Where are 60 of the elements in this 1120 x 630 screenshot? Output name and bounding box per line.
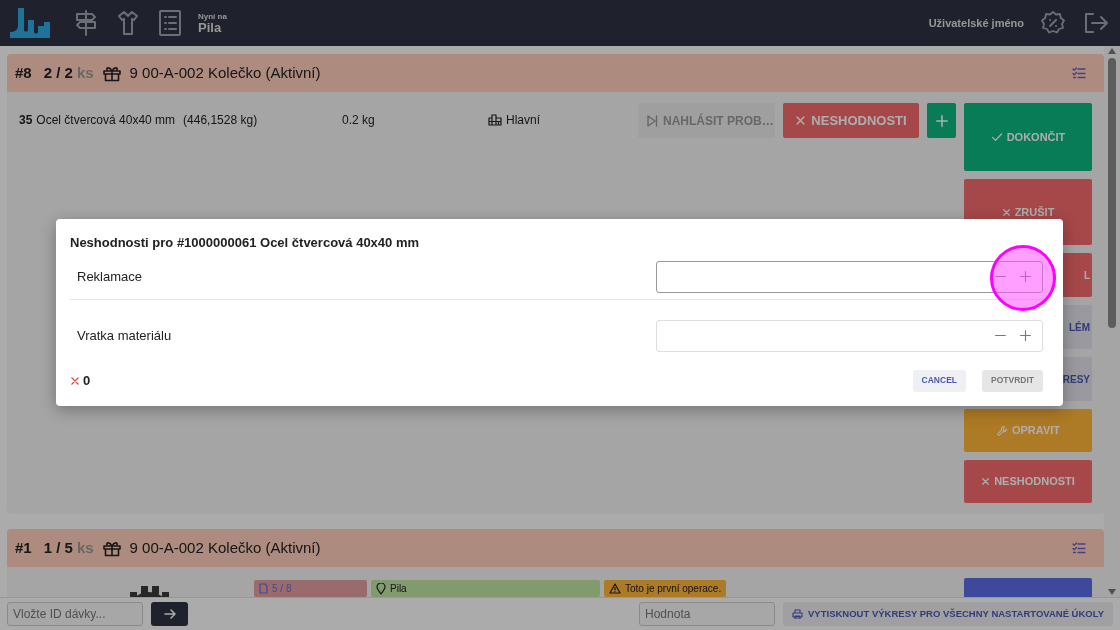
tag-text: Toto je první operace. — [625, 582, 722, 596]
add-button[interactable] — [927, 103, 956, 138]
print-button[interactable]: VYTISKNOUT VÝKRESY PRO VŠECHNY NASTARTOVANÉ ÚKOLY — [783, 602, 1113, 626]
nonconformity-button[interactable]: NESHODNOSTI — [783, 103, 919, 138]
go-button[interactable] — [151, 602, 188, 626]
percent-badge-icon[interactable] — [1040, 10, 1066, 36]
material-weight: 0.2 kg — [342, 112, 376, 129]
pin-icon — [376, 582, 386, 595]
list-icon[interactable] — [156, 9, 184, 37]
file-icon — [259, 583, 268, 594]
scrollbar[interactable] — [1104, 46, 1120, 597]
wrench-icon — [995, 424, 1008, 437]
location-name: Pila — [198, 20, 223, 34]
warehouse-icon — [488, 114, 502, 126]
storage-name: Hlavní — [506, 112, 540, 129]
number-field[interactable] — [656, 260, 1043, 293]
check-icon — [990, 131, 1003, 143]
error-count: 0 — [83, 371, 91, 390]
material-stock: (446,1528 kg) — [183, 112, 258, 129]
printer-icon — [792, 609, 804, 619]
checklist-icon[interactable] — [1072, 542, 1086, 554]
plus-icon[interactable] — [1019, 329, 1032, 342]
close-icon — [981, 477, 991, 486]
plus-icon[interactable] — [1019, 270, 1032, 283]
task-number: #1 — [15, 537, 32, 558]
value-field[interactable]: Hodnota — [639, 602, 776, 626]
scrollbar-thumb[interactable] — [1108, 58, 1116, 328]
gift-box-icon — [101, 539, 122, 557]
skip-icon — [646, 113, 658, 128]
tag-text: 5 / 8 — [272, 582, 292, 596]
piece-count: 2 / 2 — [43, 62, 73, 83]
logout-icon[interactable] — [1082, 11, 1110, 35]
close-icon — [1001, 207, 1011, 217]
unit-label: ks — [76, 62, 94, 83]
warning-icon — [609, 583, 621, 594]
user-name[interactable]: Uživatelské jméno — [928, 14, 1024, 32]
batch-id-field[interactable]: Vložte ID dávky... — [7, 602, 143, 626]
cancel-button[interactable]: CANCEL — [912, 369, 966, 392]
scroll-down-icon[interactable] — [1108, 589, 1116, 595]
material-quantity: 35 — [19, 112, 33, 129]
location-label: Nyní na — [198, 12, 227, 21]
action-button[interactable]: OPRAVIT — [964, 409, 1092, 452]
scroll-up-icon[interactable] — [1108, 48, 1116, 54]
material-name: Ocel čtvercová 40x40 mm — [36, 112, 176, 129]
dialog-title: Neshodnosti pro #1000000061 Ocel čtvercová 40x40 mm — [70, 234, 421, 252]
field-label: Vratka materiálu — [77, 326, 172, 345]
field-label: Reklamace — [77, 267, 143, 286]
checklist-icon[interactable] — [1072, 67, 1086, 79]
arrow-right-icon — [163, 609, 176, 619]
product-name: 9 00-A-002 Kolečko (Aktivní) — [129, 62, 321, 83]
task-number: #8 — [15, 62, 32, 83]
piece-count: 1 / 5 — [43, 537, 73, 558]
action-button[interactable]: DOKONČIT — [964, 103, 1092, 171]
unit-label: ks — [76, 537, 94, 558]
close-icon — [70, 375, 80, 386]
close-icon — [795, 115, 807, 126]
action-button[interactable]: NESHODNOSTI — [964, 460, 1092, 503]
gift-box-icon — [101, 64, 122, 82]
tag-text: Pila — [390, 582, 407, 596]
product-name: 9 00-A-002 Kolečko (Aktivní) — [129, 537, 321, 558]
